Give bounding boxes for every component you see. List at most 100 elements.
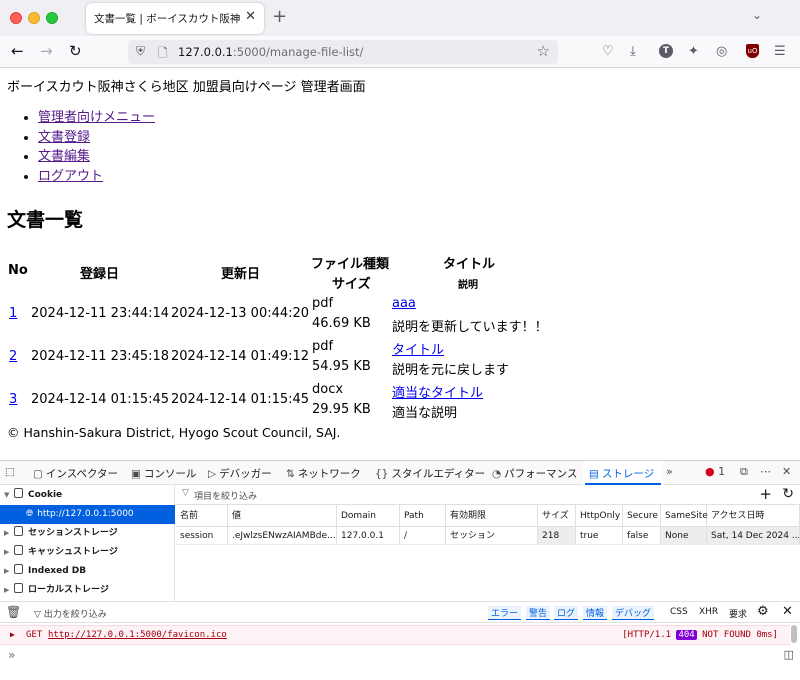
row-2-title-link[interactable]: タイトル: [392, 339, 444, 358]
reload-button[interactable]: ↻: [69, 42, 82, 60]
xhr-toggle[interactable]: XHR: [699, 607, 718, 617]
refresh-icon[interactable]: ↻: [782, 486, 794, 502]
level-error-toggle[interactable]: エラー: [488, 606, 522, 620]
storage-tree-indexed-db[interactable]: ▶ Indexed DB: [0, 562, 175, 581]
css-toggle[interactable]: CSS: [670, 607, 688, 617]
error-count-badge[interactable]: ● 1: [705, 465, 725, 478]
devtools-close-icon[interactable]: ✕: [782, 465, 791, 478]
logout-link[interactable]: ログアウト: [38, 169, 103, 184]
minimize-window-button[interactable]: [28, 12, 40, 24]
browser-tab-active[interactable]: 文書一覧 | ボーイスカウト阪神さくら ✕: [86, 3, 264, 34]
close-window-button[interactable]: [10, 12, 22, 24]
request-url-link[interactable]: http://127.0.0.1:5000/favicon.ico: [48, 630, 227, 640]
hamburger-menu-icon[interactable]: ☰: [774, 44, 786, 59]
tab-close-icon[interactable]: ✕: [245, 9, 256, 24]
cookie-samesite[interactable]: None: [661, 527, 707, 545]
column-samesite[interactable]: SameSite: [661, 505, 708, 527]
column-path[interactable]: Path: [400, 505, 446, 527]
extensions-puzzle-icon[interactable]: ✦: [688, 44, 699, 59]
storage-tree-local-storage[interactable]: ▶ ローカルストレージ: [0, 581, 175, 600]
url-text[interactable]: 127.0.0.1:5000/manage-file-list/: [178, 45, 363, 59]
cookie-secure[interactable]: false: [623, 527, 661, 545]
level-debug-toggle[interactable]: デバッグ: [612, 606, 655, 620]
row-3-title-link[interactable]: 適当なタイトル: [392, 382, 483, 401]
ublock-origin-icon[interactable]: uO: [746, 44, 759, 58]
forward-button[interactable]: →: [40, 42, 53, 60]
row-3-no-link[interactable]: 3: [9, 392, 17, 407]
database-icon: [14, 488, 23, 498]
row-1-title-link[interactable]: aaa: [392, 296, 416, 311]
downloads-icon[interactable]: ⤓: [630, 44, 636, 59]
column-name[interactable]: 名前: [176, 505, 228, 527]
level-warning-toggle[interactable]: 警告: [526, 606, 551, 620]
console-close-icon[interactable]: ✕: [782, 604, 793, 619]
url-bar[interactable]: ⛨ 🗋 127.0.0.1:5000/manage-file-list/ ☆: [128, 40, 558, 64]
console-filter-input[interactable]: ▽ 出力を絞り込み: [34, 607, 107, 620]
storage-tree-session-storage[interactable]: ▶ セッションストレージ: [0, 524, 175, 543]
tab-style-editor[interactable]: {} スタイルエディター: [375, 466, 485, 481]
dock-options-icon[interactable]: ⧉: [740, 465, 748, 479]
cookie-size[interactable]: 218: [538, 527, 576, 545]
translate-extension-icon[interactable]: T: [659, 44, 673, 58]
admin-menu-link[interactable]: 管理者向けメニュー: [38, 110, 155, 125]
more-tabs-button[interactable]: »: [666, 465, 673, 478]
document-register-link[interactable]: 文書登録: [38, 130, 90, 145]
column-httponly[interactable]: HttpOnly: [576, 505, 623, 527]
pocket-icon[interactable]: ♡: [602, 44, 614, 59]
column-expires[interactable]: 有効期限: [446, 505, 538, 527]
tab-inspector[interactable]: ▢ インスペクター: [33, 466, 118, 481]
cookie-name[interactable]: session: [176, 527, 228, 545]
tab-debugger[interactable]: ▷ デバッガー: [208, 466, 272, 481]
tracking-shield-icon[interactable]: ⛨: [136, 44, 145, 59]
page-info-icon[interactable]: 🗋: [158, 44, 168, 65]
cookie-domain[interactable]: 127.0.0.1: [337, 527, 400, 545]
element-picker-icon[interactable]: ⬚: [5, 466, 15, 478]
cookie-last-accessed[interactable]: Sat, 14 Dec 2024 ...: [707, 527, 800, 545]
collapsed-arrow-icon: ▶: [4, 548, 10, 556]
console-input[interactable]: » ◫: [0, 646, 800, 666]
column-secure[interactable]: Secure: [623, 505, 661, 527]
back-button[interactable]: ←: [11, 42, 24, 60]
document-edit-link[interactable]: 文書編集: [38, 149, 90, 164]
storage-tree-cache-storage[interactable]: ▶ キャッシュストレージ: [0, 543, 175, 562]
scrollbar-thumb[interactable]: [791, 625, 797, 643]
clear-console-trash-icon[interactable]: 🗑︎: [6, 605, 21, 619]
account-sync-icon[interactable]: ◎: [716, 44, 727, 59]
new-tab-button[interactable]: +: [272, 6, 287, 27]
level-log-toggle[interactable]: ログ: [554, 606, 579, 620]
storage-tree-cookie-host[interactable]: 🌐︎ http://127.0.0.1:5000: [0, 505, 175, 524]
menu-item-edit: 文書編集: [38, 147, 155, 167]
tab-performance[interactable]: ◔ パフォーマンス: [492, 466, 577, 481]
cookie-httponly[interactable]: true: [576, 527, 623, 545]
console-settings-gear-icon[interactable]: ⚙: [757, 604, 769, 619]
console-prompt-icon: »: [8, 648, 16, 662]
devtools-menu-icon[interactable]: ⋯: [760, 465, 771, 478]
tab-network[interactable]: ⇅ ネットワーク: [286, 466, 361, 481]
tab-list-chevron-icon[interactable]: ⌄: [752, 8, 762, 22]
storage-filter-input[interactable]: 項目を絞り込み: [194, 489, 257, 502]
cookie-expires[interactable]: セッション: [446, 527, 538, 545]
row-1-updated: 2024-12-13 00:44:20: [171, 306, 310, 321]
maximize-window-button[interactable]: [46, 12, 58, 24]
add-item-button[interactable]: +: [759, 485, 772, 503]
cookie-value[interactable]: .eJwlzsENwzAIAMBde...: [228, 527, 337, 545]
storage-filter-bar[interactable]: ▽ 項目を絞り込み + ↻: [176, 485, 800, 505]
console-sidebar-toggle-icon[interactable]: ◫: [784, 648, 794, 661]
column-domain[interactable]: Domain: [337, 505, 400, 527]
bookmark-star-icon[interactable]: ☆: [537, 42, 550, 60]
column-size[interactable]: サイズ: [538, 505, 576, 527]
cookie-path[interactable]: /: [400, 527, 446, 545]
row-1-no-link[interactable]: 1: [9, 306, 17, 321]
console-error-message[interactable]: ▶ GET http://127.0.0.1:5000/favicon.ico …: [0, 625, 790, 645]
storage-tree-cookie[interactable]: ▼ Cookie: [0, 486, 175, 505]
row-2-registered: 2024-12-11 23:45:18: [31, 349, 170, 364]
tab-console[interactable]: ▣ コンソール: [131, 466, 196, 481]
tab-storage[interactable]: ▤ ストレージ: [589, 466, 654, 481]
console-scrollbar[interactable]: [790, 623, 798, 645]
row-2-no-link[interactable]: 2: [9, 349, 17, 364]
level-info-toggle[interactable]: 情報: [583, 606, 608, 620]
expand-arrow-icon[interactable]: ▶: [10, 630, 15, 639]
requests-toggle[interactable]: 要求: [729, 607, 747, 620]
column-value[interactable]: 値: [228, 505, 337, 527]
column-last-accessed[interactable]: アクセス日時: [707, 505, 800, 527]
